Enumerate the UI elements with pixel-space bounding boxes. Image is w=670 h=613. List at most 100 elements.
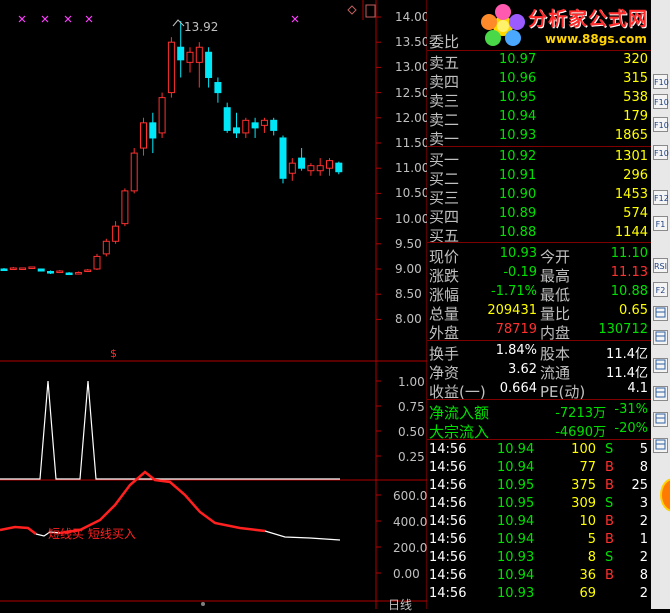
candle-body	[223, 107, 231, 131]
candle-body	[270, 119, 278, 131]
toolbar-button[interactable]	[653, 438, 668, 453]
candle-body	[121, 190, 129, 225]
candle-body	[316, 165, 324, 172]
bid-row: 买三 10.90 1453	[427, 186, 651, 207]
bid-volume: 296	[623, 168, 648, 183]
tick-side: B	[605, 514, 614, 529]
candle-body	[112, 225, 120, 242]
side-toolbar: F10 F10 F10 F10 F12 F1 RSI F2	[651, 0, 670, 609]
tick-price: 10.94	[497, 514, 535, 529]
period-label[interactable]: 日线	[388, 596, 412, 613]
toolbar-button[interactable]	[653, 386, 668, 401]
indicator2-tick-label: 600.0	[393, 489, 428, 503]
quote-value: 10.88	[610, 284, 648, 299]
tick-count: 8	[639, 460, 648, 475]
candle-body	[47, 271, 54, 274]
candle-body	[65, 272, 73, 276]
ask-row: 卖五 10.97 320	[427, 51, 651, 72]
bid-row: 买四 10.89 574	[427, 205, 651, 226]
ask-row: 卖四 10.96 315	[427, 70, 651, 91]
candle-body	[93, 255, 101, 270]
toolbar-button[interactable]	[653, 306, 668, 321]
flow-row: 大宗流入 -4690万 -20%	[427, 420, 651, 441]
indicator1-tick-label: 1.00	[398, 375, 425, 389]
quote-row: 涨跌 -0.19 最高 11.13	[427, 264, 651, 285]
ask-row: 卖三 10.95 538	[427, 89, 651, 110]
candle-body	[335, 162, 343, 173]
tick-time: 14:56	[429, 550, 467, 565]
quote-panel: 委比 卖五 10.97 320 卖四 10.96 315 卖三 10.95 538 卖二 10.94…	[427, 0, 651, 609]
quote-row: 总量 209431 量比 0.65	[427, 302, 651, 323]
bid-volume: 1144	[614, 225, 648, 240]
toolbar-button[interactable]: RSI	[653, 258, 668, 273]
ask-price: 10.94	[499, 109, 537, 124]
bid-volume: 1301	[614, 149, 648, 164]
bid-price: 10.88	[499, 225, 537, 240]
candle-body	[205, 51, 213, 78]
toolbar-button[interactable]	[653, 330, 668, 345]
quote-value: -0.19	[503, 265, 537, 280]
toolbar-glyph-icon	[655, 439, 666, 450]
tick-time: 14:56	[429, 514, 467, 529]
toolbar-glyph-icon	[655, 331, 666, 342]
toolbar-glyph-icon	[655, 413, 666, 424]
tick-count: 1	[639, 532, 648, 547]
tick-row: 14:56 10.94 36 B 8	[427, 567, 651, 586]
signal-marker: $	[110, 347, 117, 360]
flower-logo-icon	[481, 4, 525, 46]
toolbar-button[interactable]: F10	[653, 117, 669, 132]
toolbar-button[interactable]: F12	[653, 190, 669, 205]
candle-body	[251, 122, 259, 129]
toolbar-button[interactable]: F1	[653, 216, 668, 231]
ask-price: 10.96	[499, 71, 537, 86]
toolbar-button[interactable]: F10	[653, 94, 669, 109]
candle-body	[186, 51, 194, 63]
candle-body	[177, 46, 185, 61]
quote-value: 209431	[487, 303, 537, 318]
flow-percent: -20%	[614, 421, 648, 436]
ask-volume: 320	[623, 52, 648, 67]
candle-body	[288, 162, 296, 174]
tick-volume: 10	[579, 514, 596, 529]
candle-body	[19, 267, 27, 270]
candle-body	[242, 119, 250, 134]
tick-price: 10.95	[497, 496, 535, 511]
high-pointer-icon	[172, 19, 185, 27]
price-tick-label: 9.50	[395, 236, 422, 251]
cross-marker-icon	[291, 15, 299, 23]
tick-count: 8	[639, 568, 648, 583]
toolbar-button[interactable]	[653, 358, 668, 373]
toolbar-glyph-icon	[655, 359, 666, 370]
tick-volume: 77	[579, 460, 596, 475]
toolbar-button[interactable]: F10	[653, 74, 669, 89]
tick-price: 10.94	[497, 532, 535, 547]
quote-value: 10.93	[499, 246, 537, 261]
tick-volume: 36	[579, 568, 596, 583]
candle-body	[158, 97, 166, 134]
candle-body	[140, 122, 147, 149]
ask-volume: 538	[623, 90, 648, 105]
toolbar-button[interactable]: F10	[653, 145, 669, 160]
cross-marker-icon	[64, 15, 72, 23]
indicator1-tick-label: 0.25	[398, 450, 425, 464]
toolbar-button[interactable]	[653, 412, 668, 427]
price-tick-label: 13.00	[395, 60, 430, 75]
tick-volume: 375	[571, 478, 596, 493]
quote-value: 0.65	[619, 303, 648, 318]
kline-chart-area[interactable]	[0, 0, 427, 609]
tick-side: B	[605, 460, 614, 475]
tick-count: 3	[639, 496, 648, 511]
tick-side: B	[605, 568, 614, 583]
diamond-icon	[347, 5, 357, 15]
indicator2-line	[0, 525, 37, 535]
toolbar-glyph-icon	[655, 307, 666, 318]
bid-price: 10.91	[499, 168, 537, 183]
tick-volume: 69	[579, 586, 596, 601]
price-tick-label: 12.00	[395, 110, 430, 125]
toolbar-button[interactable]: F2	[653, 282, 668, 297]
quote-row: 外盘 78719 内盘 130712	[427, 321, 651, 342]
tick-volume: 8	[587, 550, 596, 565]
indicator2-line	[264, 530, 341, 541]
tick-time: 14:56	[429, 496, 467, 511]
tick-count: 2	[639, 514, 648, 529]
